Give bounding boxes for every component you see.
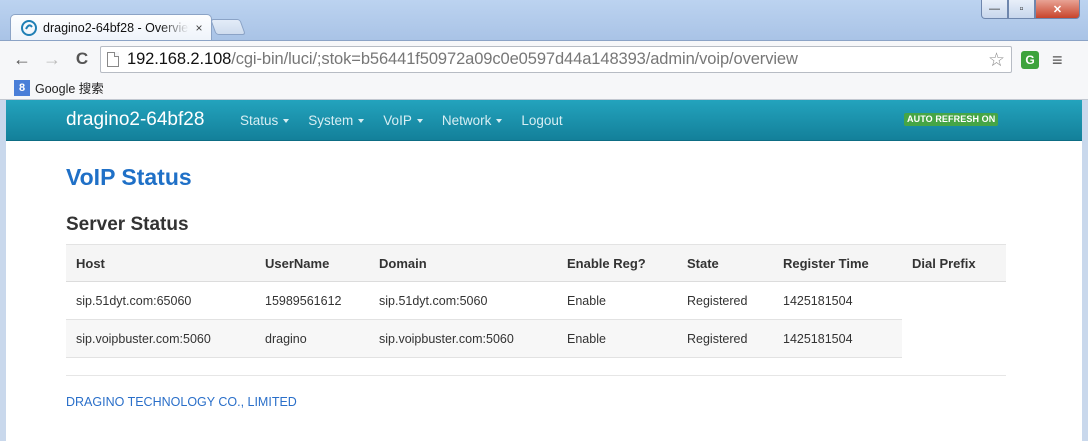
nav-status-label: Status bbox=[240, 113, 279, 128]
browser-tab[interactable]: dragino2-64bf28 - Overview - LuCI × bbox=[10, 14, 212, 41]
nav-network-label: Network bbox=[441, 113, 492, 128]
column-header: Register Time bbox=[773, 244, 902, 282]
tab-title: dragino2-64bf28 - Overview - LuCI bbox=[43, 21, 189, 35]
window-titlebar: dragino2-64bf28 - Overview - LuCI × — ▫ … bbox=[0, 0, 1088, 41]
address-bar[interactable]: 192.168.2.108/cgi-bin/luci/;stok=b56441f… bbox=[100, 46, 1012, 73]
page-title: VoIP Status bbox=[66, 164, 192, 190]
browser-toolbar: ← → C 192.168.2.108/cgi-bin/luci/;stok=b… bbox=[0, 40, 1088, 76]
table-cell-empty bbox=[902, 319, 1006, 358]
table-cell: Registered bbox=[677, 319, 773, 358]
table-cell: sip.51dyt.com:65060 bbox=[66, 281, 255, 320]
caret-down-icon bbox=[283, 118, 290, 123]
table-cell: dragino bbox=[255, 319, 369, 358]
column-header: State bbox=[677, 244, 773, 282]
google-icon: 8 bbox=[14, 79, 30, 96]
nav-system-label: System bbox=[308, 113, 354, 128]
maximize-button[interactable]: ▫ bbox=[1008, 0, 1035, 19]
table-cell: sip.voipbuster.com:5060 bbox=[369, 319, 557, 358]
footer-divider bbox=[66, 375, 1006, 376]
page-icon bbox=[107, 52, 119, 67]
nav-logout-label: Logout bbox=[521, 113, 563, 128]
extension-icon[interactable]: G bbox=[1021, 51, 1039, 69]
url-host: 192.168.2.108 bbox=[127, 50, 232, 68]
auto-refresh-badge[interactable]: AUTO REFRESH ON bbox=[904, 113, 999, 126]
table-cell: 1425181504 bbox=[773, 319, 902, 358]
window-right-edge bbox=[1082, 100, 1088, 441]
table-cell: 15989561612 bbox=[255, 281, 369, 320]
luci-favicon-icon bbox=[21, 20, 37, 36]
bookmark-google-search[interactable]: Google 搜索 bbox=[35, 78, 104, 97]
forward-button[interactable]: → bbox=[42, 49, 62, 69]
bookmark-star-icon[interactable]: ☆ bbox=[988, 49, 1005, 72]
caret-down-icon bbox=[496, 118, 503, 123]
table-cell: sip.voipbuster.com:5060 bbox=[66, 319, 255, 358]
brand-hostname[interactable]: dragino2-64bf28 bbox=[66, 109, 204, 131]
table-header-row: Host UserName Domain Enable Reg? State R… bbox=[66, 244, 1006, 282]
table-cell: 1425181504 bbox=[773, 281, 902, 320]
column-header: Host bbox=[66, 244, 255, 282]
back-button[interactable]: ← bbox=[12, 49, 32, 69]
column-header: Enable Reg? bbox=[557, 244, 677, 282]
column-header: UserName bbox=[255, 244, 369, 282]
nav-voip-label: VoIP bbox=[383, 113, 412, 128]
server-status-table: Host UserName Domain Enable Reg? State R… bbox=[66, 244, 1006, 358]
url-text[interactable]: 192.168.2.108/cgi-bin/luci/;stok=b56441f… bbox=[127, 50, 798, 69]
reload-button[interactable]: C bbox=[72, 49, 92, 69]
nav-system[interactable]: System bbox=[308, 113, 365, 128]
nav-network[interactable]: Network bbox=[442, 113, 503, 128]
caret-down-icon bbox=[416, 118, 423, 123]
new-tab-button[interactable] bbox=[210, 19, 246, 35]
luci-header: dragino2-64bf28 Status System VoIP Netwo… bbox=[6, 100, 1082, 141]
url-path: /cgi-bin/luci/;stok=b56441f50972a09c0e05… bbox=[231, 50, 798, 68]
table-cell-empty bbox=[902, 281, 1006, 320]
caret-down-icon bbox=[358, 118, 365, 123]
table-cell: Registered bbox=[677, 281, 773, 320]
window-controls: — ▫ ✕ bbox=[981, 0, 1080, 19]
column-header: Domain bbox=[369, 244, 557, 282]
tab-close-icon[interactable]: × bbox=[193, 21, 205, 35]
page-viewport: dragino2-64bf28 Status System VoIP Netwo… bbox=[6, 100, 1082, 441]
minimize-button[interactable]: — bbox=[981, 0, 1008, 19]
close-window-button[interactable]: ✕ bbox=[1035, 0, 1080, 19]
column-header: Dial Prefix bbox=[902, 244, 1006, 282]
section-title: Server Status bbox=[66, 214, 189, 235]
nav-status[interactable]: Status bbox=[240, 113, 290, 128]
bookmarks-bar: 8 Google 搜索 bbox=[0, 76, 1088, 100]
table-cell: sip.51dyt.com:5060 bbox=[369, 281, 557, 320]
nav-voip[interactable]: VoIP bbox=[383, 113, 423, 128]
footer-company-link[interactable]: DRAGINO TECHNOLOGY CO., LIMITED bbox=[66, 395, 297, 409]
table-cell: Enable bbox=[557, 319, 677, 358]
table-cell: Enable bbox=[557, 281, 677, 320]
nav-logout[interactable]: Logout bbox=[521, 113, 562, 128]
table-row: sip.voipbuster.com:5060 dragino sip.voip… bbox=[66, 319, 1006, 358]
table-row: sip.51dyt.com:65060 15989561612 sip.51dy… bbox=[66, 281, 1006, 320]
chrome-menu-icon[interactable]: ≡ bbox=[1052, 50, 1063, 71]
main-nav: Status System VoIP Network Logout bbox=[240, 113, 582, 128]
